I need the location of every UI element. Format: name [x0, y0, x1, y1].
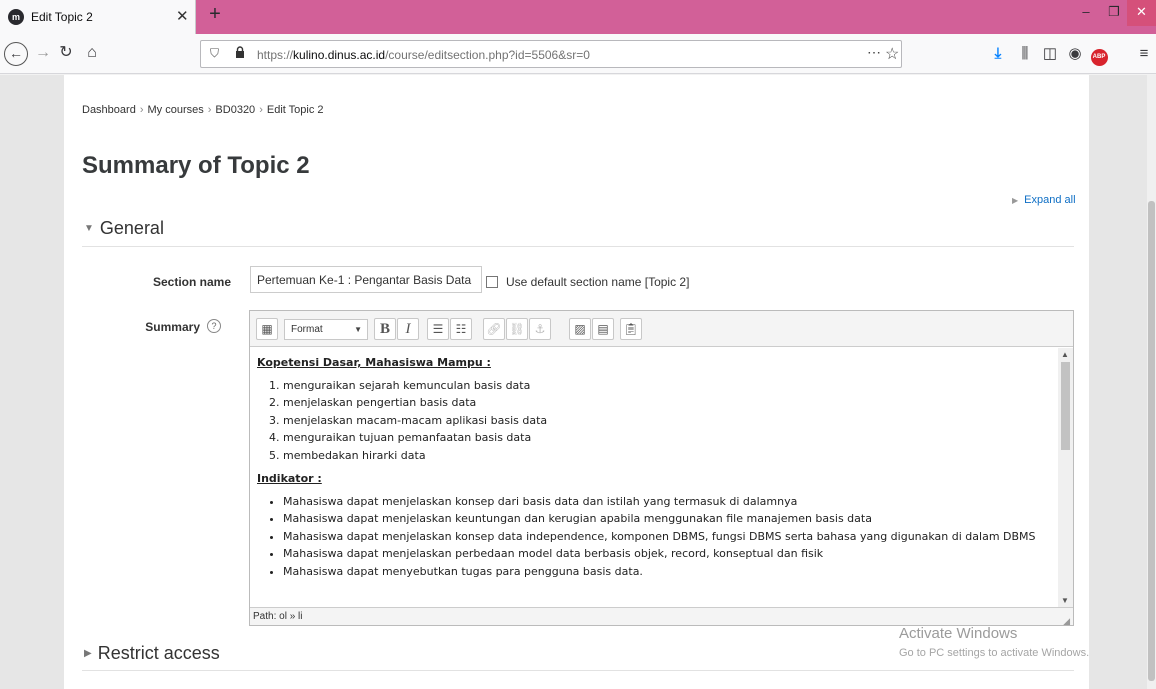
editor-path-bar: Path: ol » li ◢ [250, 607, 1073, 626]
unlink-icon[interactable]: ⛓︎ [506, 318, 528, 340]
restrict-access-section-toggle[interactable]: ▶ Restrict access [84, 643, 220, 664]
hamburger-menu-icon[interactable]: ≡ [1133, 42, 1155, 66]
summary-editor: ▦ Format ▼ B I ☰ ☷ 🔗︎ ⛓︎ ⚓︎ ▨ ▤ 📋︎ Kopete… [249, 310, 1074, 626]
home-button[interactable]: ⌂ [80, 42, 104, 66]
editor-heading-indicator: Indikator : [257, 472, 322, 485]
list-item: Mahasiswa dapat menyebutkan tugas para p… [283, 563, 1051, 581]
list-item: menjelaskan pengertian basis data [283, 394, 1051, 412]
list-item: menguraikan tujuan pemanfaatan basis dat… [283, 429, 1051, 447]
browser-tab[interactable]: m Edit Topic 2 ✕ [0, 0, 196, 34]
breadcrumb-dashboard[interactable]: Dashboard [82, 104, 136, 116]
window-minimize-button[interactable]: – [1071, 0, 1101, 26]
breadcrumb-my-courses[interactable]: My courses [148, 104, 204, 116]
anchor-icon[interactable]: ⚓︎ [529, 318, 551, 340]
help-icon[interactable]: ? [207, 319, 221, 333]
collapsed-triangle-icon: ▶ [1012, 196, 1019, 205]
italic-button[interactable]: I [397, 318, 419, 340]
download-icon[interactable]: ⤓ [987, 42, 1009, 66]
list-item: Mahasiswa dapat menjelaskan konsep data … [283, 528, 1051, 546]
new-tab-button[interactable]: + [203, 3, 227, 26]
link-icon[interactable]: 🔗︎ [483, 318, 505, 340]
resize-grip-icon[interactable]: ◢ [1063, 613, 1070, 630]
breadcrumb-separator: › [259, 104, 263, 116]
tab-close-icon[interactable]: ✕ [176, 7, 189, 25]
sidebar-icon[interactable]: ◫ [1039, 42, 1061, 66]
list-item: Mahasiswa dapat menjelaskan perbedaan mo… [283, 545, 1051, 563]
section-name-label: Section name [152, 275, 231, 289]
list-item: Mahasiswa dapat menjelaskan konsep dari … [283, 493, 1051, 511]
tab-title: Edit Topic 2 [31, 10, 93, 24]
competence-list: menguraikan sejarah kemunculan basis dat… [257, 377, 1051, 465]
summary-label: Summary [145, 320, 200, 334]
editor-scrollbar-thumb[interactable] [1061, 362, 1070, 450]
section-divider [82, 670, 1074, 671]
list-item: menjelaskan macam-macam aplikasi basis d… [283, 412, 1051, 430]
list-item: Mahasiswa dapat menjelaskan keuntungan d… [283, 510, 1051, 528]
editor-toolbar: ▦ Format ▼ B I ☰ ☷ 🔗︎ ⛓︎ ⚓︎ ▨ ▤ 📋︎ [250, 311, 1073, 347]
library-icon[interactable]: ⫼ [1014, 42, 1036, 66]
back-button[interactable]: ← [4, 42, 28, 66]
numbered-list-button[interactable]: ☷ [450, 318, 472, 340]
editor-content[interactable]: Kopetensi Dasar, Mahasiswa Mampu : mengu… [250, 348, 1058, 607]
tracking-shield-icon[interactable]: ⛉ [210, 46, 219, 61]
address-bar[interactable]: ⛉ https://kulino.dinus.ac.id/course/edit… [200, 40, 902, 68]
chevron-down-icon: ▼ [354, 325, 362, 334]
indicator-list: Mahasiswa dapat menjelaskan konsep dari … [257, 493, 1051, 581]
general-section-toggle[interactable]: ▼ General [84, 218, 164, 239]
browser-tab-bar: m Edit Topic 2 ✕ + – ❐ ✕ [0, 0, 1156, 34]
use-default-name-checkbox[interactable] [486, 276, 498, 288]
account-icon[interactable]: ◉ [1064, 42, 1086, 66]
expanded-triangle-icon: ▼ [84, 223, 94, 234]
editor-heading-competence: Kopetensi Dasar, Mahasiswa Mampu : [257, 356, 491, 369]
breadcrumb-separator: › [139, 104, 144, 116]
activate-windows-title: Activate Windows [899, 625, 1018, 642]
page-title: Summary of Topic 2 [82, 152, 310, 179]
window-close-button[interactable]: ✕ [1127, 0, 1156, 26]
media-icon[interactable]: ▤ [592, 318, 614, 340]
paste-icon[interactable]: 📋︎ [620, 318, 642, 340]
page-scrollbar-thumb[interactable] [1148, 201, 1155, 681]
activate-windows-subtitle: Go to PC settings to activate Windows. [899, 647, 1090, 659]
list-item: menguraikan sejarah kemunculan basis dat… [283, 377, 1051, 395]
scroll-up-icon[interactable]: ▲ [1061, 350, 1069, 359]
format-select[interactable]: Format ▼ [284, 319, 368, 340]
expand-all-link[interactable]: ▶ Expand all [1012, 194, 1076, 206]
adblock-icon[interactable]: ABP [1088, 42, 1110, 66]
toolbar-toggle-icon[interactable]: ▦ [256, 318, 278, 340]
url-text[interactable]: https://kulino.dinus.ac.id/course/editse… [257, 48, 590, 62]
bold-button[interactable]: B [374, 318, 396, 340]
page-scrollbar[interactable] [1147, 75, 1156, 689]
page-actions-icon[interactable]: ⋯ [867, 44, 881, 61]
forward-button[interactable]: → [31, 42, 55, 66]
section-divider [82, 246, 1074, 247]
browser-nav-bar: ← → ↻ ⌂ ⛉ https://kulino.dinus.ac.id/cou… [0, 34, 1156, 74]
use-default-name-label[interactable]: Use default section name [Topic 2] [506, 275, 689, 289]
section-name-input[interactable] [250, 266, 482, 293]
bookmark-star-icon[interactable]: ☆ [885, 44, 899, 64]
moodle-favicon-icon: m [8, 9, 24, 25]
editor-path: Path: ol » li [253, 611, 303, 622]
scroll-down-icon[interactable]: ▼ [1061, 596, 1069, 605]
breadcrumb: Dashboard › My courses › BD0320 › Edit Topic 2 [82, 104, 324, 116]
breadcrumb-course[interactable]: BD0320 [215, 104, 255, 116]
editor-scrollbar[interactable]: ▲ ▼ [1058, 348, 1073, 607]
window-maximize-button[interactable]: ❐ [1099, 0, 1129, 26]
bullet-list-button[interactable]: ☰ [427, 318, 449, 340]
reload-button[interactable]: ↻ [54, 42, 78, 66]
breadcrumb-current[interactable]: Edit Topic 2 [267, 104, 324, 116]
collapsed-triangle-icon: ▶ [84, 648, 92, 659]
image-icon[interactable]: ▨ [569, 318, 591, 340]
breadcrumb-separator: › [207, 104, 212, 116]
list-item: membedakan hirarki data [283, 447, 1051, 465]
lock-icon[interactable] [235, 46, 245, 58]
